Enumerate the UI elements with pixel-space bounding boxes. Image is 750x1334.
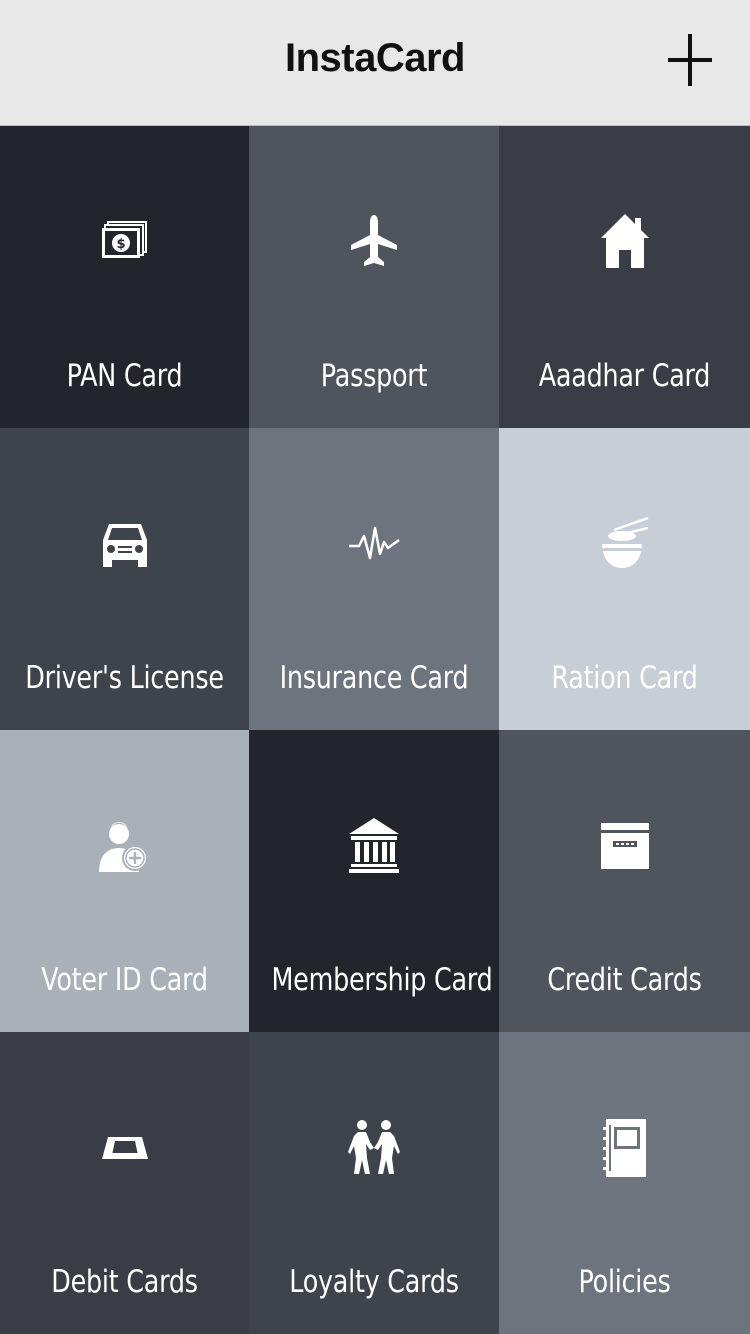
- tile-debit-cards[interactable]: Debit Cards: [0, 1032, 249, 1334]
- people-icon: [339, 1113, 409, 1183]
- tile-label: Loyalty Cards: [289, 1264, 459, 1300]
- tile-pan-card[interactable]: $ PAN Card: [0, 126, 249, 428]
- tile-label: Driver's License: [25, 660, 224, 696]
- svg-text:$: $: [116, 237, 125, 252]
- tile-label: Membership Card: [271, 962, 493, 998]
- tile-aaadhar-card[interactable]: Aaadhar Card: [499, 126, 750, 428]
- airplane-icon: [339, 207, 409, 277]
- credit-card-icon: [590, 811, 660, 881]
- tile-label: Aaadhar Card: [538, 358, 711, 394]
- app-title: InstaCard: [285, 36, 466, 80]
- institution-icon: [339, 811, 409, 881]
- food-bowl-icon: [590, 509, 660, 579]
- add-button[interactable]: [664, 30, 716, 90]
- add-user-icon: [90, 811, 160, 881]
- card-category-grid: $ PAN Card Passport Aaadhar Card Driver'…: [0, 126, 750, 1334]
- heartbeat-icon: [339, 509, 409, 579]
- notebook-icon: [590, 1113, 660, 1183]
- tile-label: Voter ID Card: [41, 962, 208, 998]
- car-icon: [90, 509, 160, 579]
- tile-membership-card[interactable]: Membership Card: [249, 730, 499, 1032]
- tile-label: Policies: [578, 1264, 671, 1300]
- tile-label: Debit Cards: [51, 1264, 198, 1300]
- tile-label: Passport: [320, 358, 428, 394]
- tile-ration-card[interactable]: Ration Card: [499, 428, 750, 730]
- tile-passport[interactable]: Passport: [249, 126, 499, 428]
- tile-label: Ration Card: [551, 660, 698, 696]
- money-bill-icon: $: [90, 207, 160, 277]
- plus-icon: [668, 34, 712, 86]
- tile-loyalty-cards[interactable]: Loyalty Cards: [249, 1032, 499, 1334]
- tile-credit-cards[interactable]: Credit Cards: [499, 730, 750, 1032]
- tile-policies[interactable]: Policies: [499, 1032, 750, 1334]
- tile-label: PAN Card: [66, 358, 183, 394]
- tile-label: Insurance Card: [279, 660, 469, 696]
- tile-insurance-card[interactable]: Insurance Card: [249, 428, 499, 730]
- nav-bar: InstaCard: [0, 0, 750, 126]
- tile-label: Credit Cards: [547, 962, 702, 998]
- tile-drivers-license[interactable]: Driver's License: [0, 428, 249, 730]
- house-icon: [590, 207, 660, 277]
- card-slot-icon: [90, 1113, 160, 1183]
- tile-voter-id-card[interactable]: Voter ID Card: [0, 730, 249, 1032]
